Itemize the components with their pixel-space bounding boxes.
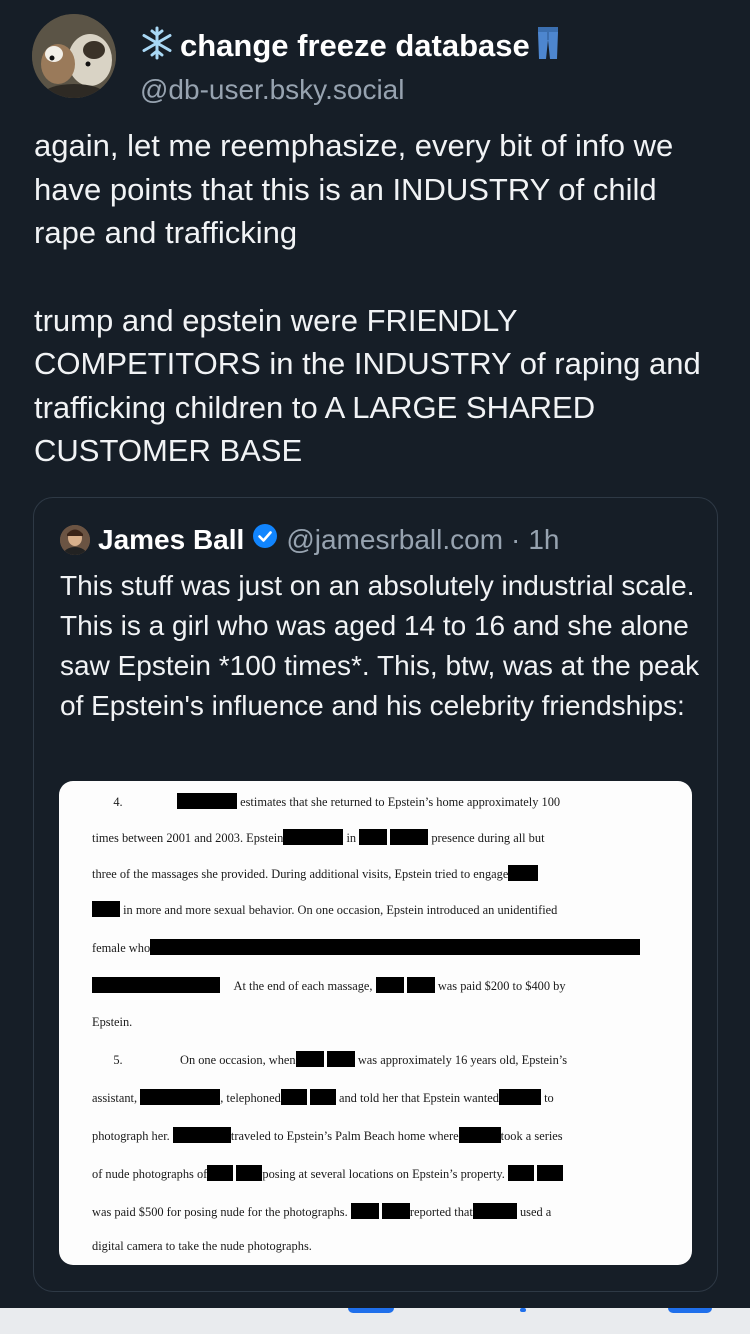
quote-author-name[interactable]: James Ball: [98, 524, 244, 556]
author-name-row[interactable]: change freeze database: [140, 26, 560, 65]
redaction-bar: [280, 1089, 307, 1105]
quote-separator: ·: [511, 523, 521, 555]
doc-text: was paid $200 to $400 by: [437, 979, 566, 993]
post-paragraph: trump and epstein were FRIENDLY COMPETIT…: [34, 302, 701, 469]
quote-author-handle[interactable]: @jamesrball.com: [286, 524, 503, 556]
doc-text: female who: [92, 941, 151, 955]
document-image[interactable]: 4. estimates that she returned to Epstei…: [59, 781, 692, 1265]
doc-text: , telephoned: [220, 1091, 281, 1105]
doc-line: was paid $500 for posing nude for the ph…: [92, 1203, 551, 1220]
doc-line: At the end of each massage, was paid $20…: [92, 977, 566, 994]
redaction-bar: [92, 901, 120, 917]
redaction-bar: [172, 1127, 231, 1143]
doc-text: in: [346, 831, 357, 845]
doc-line: 5. On one occasion, when was approximatel…: [92, 1051, 567, 1068]
doc-line: 4. estimates that she returned to Epstei…: [92, 793, 560, 810]
redaction-bar: [140, 1089, 221, 1105]
redaction-bar: [295, 1051, 324, 1067]
redaction-bar: [150, 939, 641, 955]
redaction-bar: [472, 1203, 517, 1219]
doc-text: of nude photographs of: [92, 1167, 208, 1181]
doc-line: Epstein.: [92, 1015, 132, 1030]
verified-check-icon: [252, 523, 278, 556]
doc-paragraph-number: 5.: [113, 1053, 123, 1067]
doc-line: digital camera to take the nude photogra…: [92, 1239, 312, 1254]
doc-text: photograph her.: [92, 1129, 170, 1143]
doc-text: took a series: [500, 1129, 563, 1143]
doc-line: photograph her. traveled to Epstein’s Pa…: [92, 1127, 563, 1144]
redaction-bar: [375, 977, 404, 993]
redaction-bar: [350, 1203, 379, 1219]
quote-header: James Ball @jamesrball.com · 1h: [60, 523, 560, 556]
redaction-bar: [177, 793, 237, 809]
snowflake-icon: [140, 26, 174, 65]
redaction-bar: [92, 977, 220, 993]
tab-indicator-profile[interactable]: [668, 1308, 712, 1313]
doc-text: in more and more sexual behavior. On one…: [123, 903, 558, 917]
doc-line: of nude photographs of posing at several…: [92, 1165, 564, 1182]
bottom-tab-bar: [0, 1308, 750, 1334]
post-paragraph: again, let me reemphasize, every bit of …: [34, 128, 674, 250]
doc-text: and told her that Epstein wanted: [338, 1091, 499, 1105]
redaction-bar: [359, 829, 388, 845]
doc-text: was paid $500 for posing nude for the ph…: [92, 1205, 348, 1219]
doc-line: times between 2001 and 2003. Epstein in …: [92, 829, 545, 846]
doc-text: three of the massages she provided. Duri…: [92, 867, 509, 881]
doc-line: three of the massages she provided. Duri…: [92, 865, 539, 882]
doc-line: assistant, , telephoned and told her tha…: [92, 1089, 554, 1106]
redaction-bar: [283, 829, 344, 845]
doc-text: posing at several locations on Epstein’s…: [262, 1167, 505, 1181]
doc-text: used a: [519, 1205, 552, 1219]
doc-text: times between 2001 and 2003. Epstein: [92, 831, 284, 845]
quote-post[interactable]: James Ball @jamesrball.com · 1h This stu…: [33, 497, 718, 1292]
quote-avatar[interactable]: [60, 524, 90, 555]
redaction-bar: [236, 1165, 263, 1181]
redaction-bar: [390, 829, 429, 845]
doc-text: assistant,: [92, 1091, 138, 1105]
post-header: change freeze database @db-user.bsky.soc…: [32, 14, 722, 106]
doc-text: presence during all but: [431, 831, 545, 845]
redaction-bar: [499, 1089, 541, 1105]
quote-timestamp[interactable]: 1h: [528, 524, 559, 556]
post-text: again, let me reemphasize, every bit of …: [34, 124, 724, 473]
doc-text: reported that: [409, 1205, 473, 1219]
tab-indicator-search[interactable]: [348, 1308, 394, 1313]
author-handle[interactable]: @db-user.bsky.social: [140, 74, 404, 106]
doc-text: to: [544, 1091, 554, 1105]
redaction-bar: [309, 1089, 336, 1105]
redaction-bar: [381, 1203, 410, 1219]
redaction-bar: [507, 1165, 534, 1181]
doc-text: Epstein.: [92, 1015, 133, 1029]
doc-line: in more and more sexual behavior. On one…: [92, 901, 557, 918]
doc-line: female who: [92, 939, 641, 956]
tab-indicator-dot: [520, 1308, 526, 1312]
doc-paragraph-number: 4.: [113, 795, 123, 809]
redaction-bar: [458, 1127, 501, 1143]
avatar[interactable]: [32, 14, 116, 98]
jeans-icon: [536, 26, 560, 65]
redaction-bar: [537, 1165, 564, 1181]
redaction-bar: [406, 977, 435, 993]
quote-text: This stuff was just on an absolutely ind…: [60, 570, 700, 721]
redaction-bar: [207, 1165, 234, 1181]
doc-text: estimates that she returned to Epstein’s…: [240, 795, 561, 809]
redaction-bar: [326, 1051, 355, 1067]
doc-text: traveled to Epstein’s Palm Beach home wh…: [230, 1129, 459, 1143]
doc-text: digital camera to take the nude photogra…: [92, 1239, 312, 1253]
display-name[interactable]: change freeze database: [180, 28, 530, 64]
doc-text: was approximately 16 years old, Epstein’…: [357, 1053, 568, 1067]
doc-text: On one occasion, when: [180, 1053, 296, 1067]
doc-text: At the end of each massage,: [233, 979, 373, 993]
redaction-bar: [508, 865, 539, 881]
